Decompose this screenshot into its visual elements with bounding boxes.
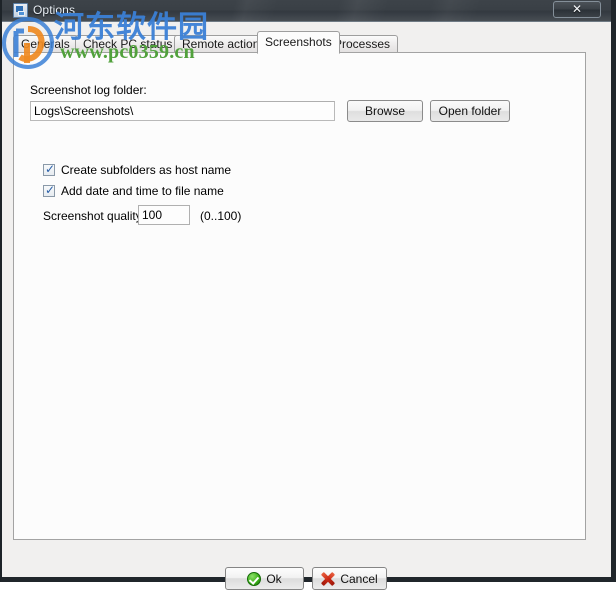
tab-strip: Generals Check PC status Remote action S… bbox=[13, 31, 586, 54]
add-datetime-checkbox[interactable]: ✓ bbox=[43, 183, 56, 197]
tab-remote-action[interactable]: Remote action bbox=[174, 35, 268, 53]
close-icon: ✕ bbox=[571, 2, 583, 16]
close-button[interactable]: ✕ bbox=[553, 1, 601, 18]
create-subfolders-label: Create subfolders as host name bbox=[61, 163, 232, 177]
green-check-icon bbox=[247, 571, 262, 586]
options-window: Options ✕ Generals Check PC status Remot… bbox=[0, 0, 616, 590]
checkmark-icon: ✓ bbox=[45, 162, 56, 176]
screenshot-log-folder-input[interactable] bbox=[30, 101, 335, 121]
ok-button[interactable]: Ok bbox=[225, 567, 304, 590]
cancel-button[interactable]: Cancel bbox=[312, 567, 387, 590]
title-bar-gloss bbox=[2, 0, 611, 21]
tab-check-pc-status[interactable]: Check PC status bbox=[75, 35, 181, 53]
window-title-bar: Options ✕ bbox=[2, 0, 611, 22]
checkmark-icon: ✓ bbox=[45, 183, 56, 197]
screenshot-quality-input[interactable] bbox=[138, 205, 190, 225]
tab-screenshots[interactable]: Screenshots bbox=[257, 31, 340, 54]
tab-generals[interactable]: Generals bbox=[13, 35, 78, 53]
red-x-icon bbox=[321, 572, 335, 586]
application-icon bbox=[13, 3, 28, 18]
cancel-button-label: Cancel bbox=[340, 571, 378, 586]
screenshots-tab-panel: Screenshot log folder: Browse Open folde… bbox=[13, 52, 586, 540]
screenshot-log-folder-label: Screenshot log folder: bbox=[30, 83, 147, 97]
create-subfolders-checkbox[interactable]: ✓ bbox=[43, 162, 56, 176]
ok-button-label: Ok bbox=[266, 571, 282, 586]
window-title: Options bbox=[33, 3, 76, 17]
add-datetime-label: Add date and time to file name bbox=[61, 184, 224, 198]
window-content: Generals Check PC status Remote action S… bbox=[2, 22, 611, 590]
screenshot-quality-label: Screenshot quality bbox=[43, 209, 142, 223]
open-folder-button[interactable]: Open folder bbox=[430, 100, 510, 122]
screenshot-quality-range-hint: (0..100) bbox=[200, 209, 242, 223]
browse-button[interactable]: Browse bbox=[347, 100, 423, 122]
